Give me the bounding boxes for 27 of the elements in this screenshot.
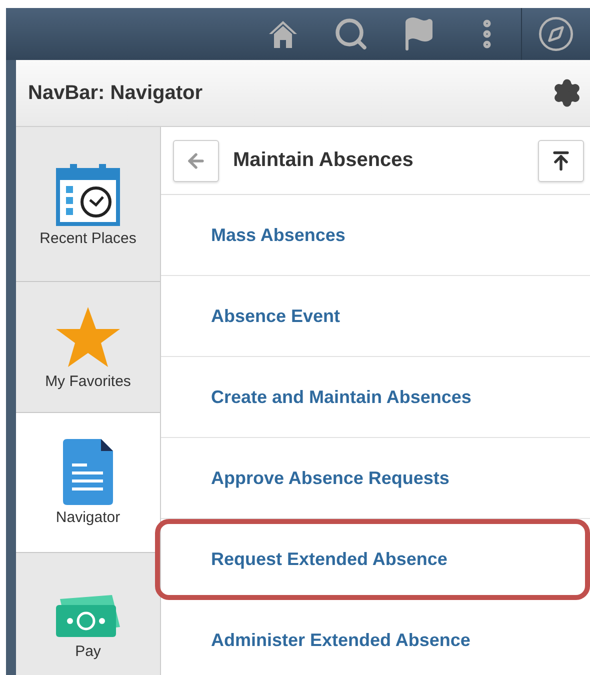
home-icon[interactable]: [267, 18, 299, 50]
menu-link[interactable]: Approve Absence Requests: [211, 468, 450, 488]
calendar-clock-icon: [56, 162, 120, 226]
settings-icon[interactable]: [552, 78, 582, 108]
tab-label: Pay: [75, 643, 101, 660]
sidebar-tab[interactable]: Navigator: [16, 413, 160, 553]
menu-link[interactable]: Create and Maintain Absences: [211, 386, 472, 408]
tab-label: Recent Places: [40, 230, 136, 246]
document-icon: [63, 439, 113, 505]
star-icon: [54, 304, 122, 368]
tab-label: My Favorites: [45, 372, 131, 390]
menu-link[interactable]: Administer Extended Absence: [211, 630, 470, 650]
menu-link[interactable]: Request Extended Absence: [211, 549, 448, 570]
sidebar-tab[interactable]: My Favorites: [16, 282, 160, 413]
sidebar-tab[interactable]: Recent Places: [16, 127, 160, 282]
back-button[interactable]: [173, 140, 219, 182]
up-to-top-icon: [550, 150, 572, 172]
menu-link[interactable]: Mass Absences: [211, 224, 346, 246]
search-icon[interactable]: [333, 16, 369, 52]
menu-link[interactable]: Absence Event: [211, 306, 340, 326]
section-title: Maintain Absences: [233, 149, 414, 172]
top-button[interactable]: [538, 140, 584, 182]
compass-icon[interactable]: [537, 15, 575, 53]
sidebar-tab[interactable]: Pay: [16, 553, 160, 675]
banknote-icon: [54, 593, 122, 639]
tab-label: Navigator: [56, 509, 120, 526]
panel-title: NavBar: Navigator: [28, 82, 203, 104]
